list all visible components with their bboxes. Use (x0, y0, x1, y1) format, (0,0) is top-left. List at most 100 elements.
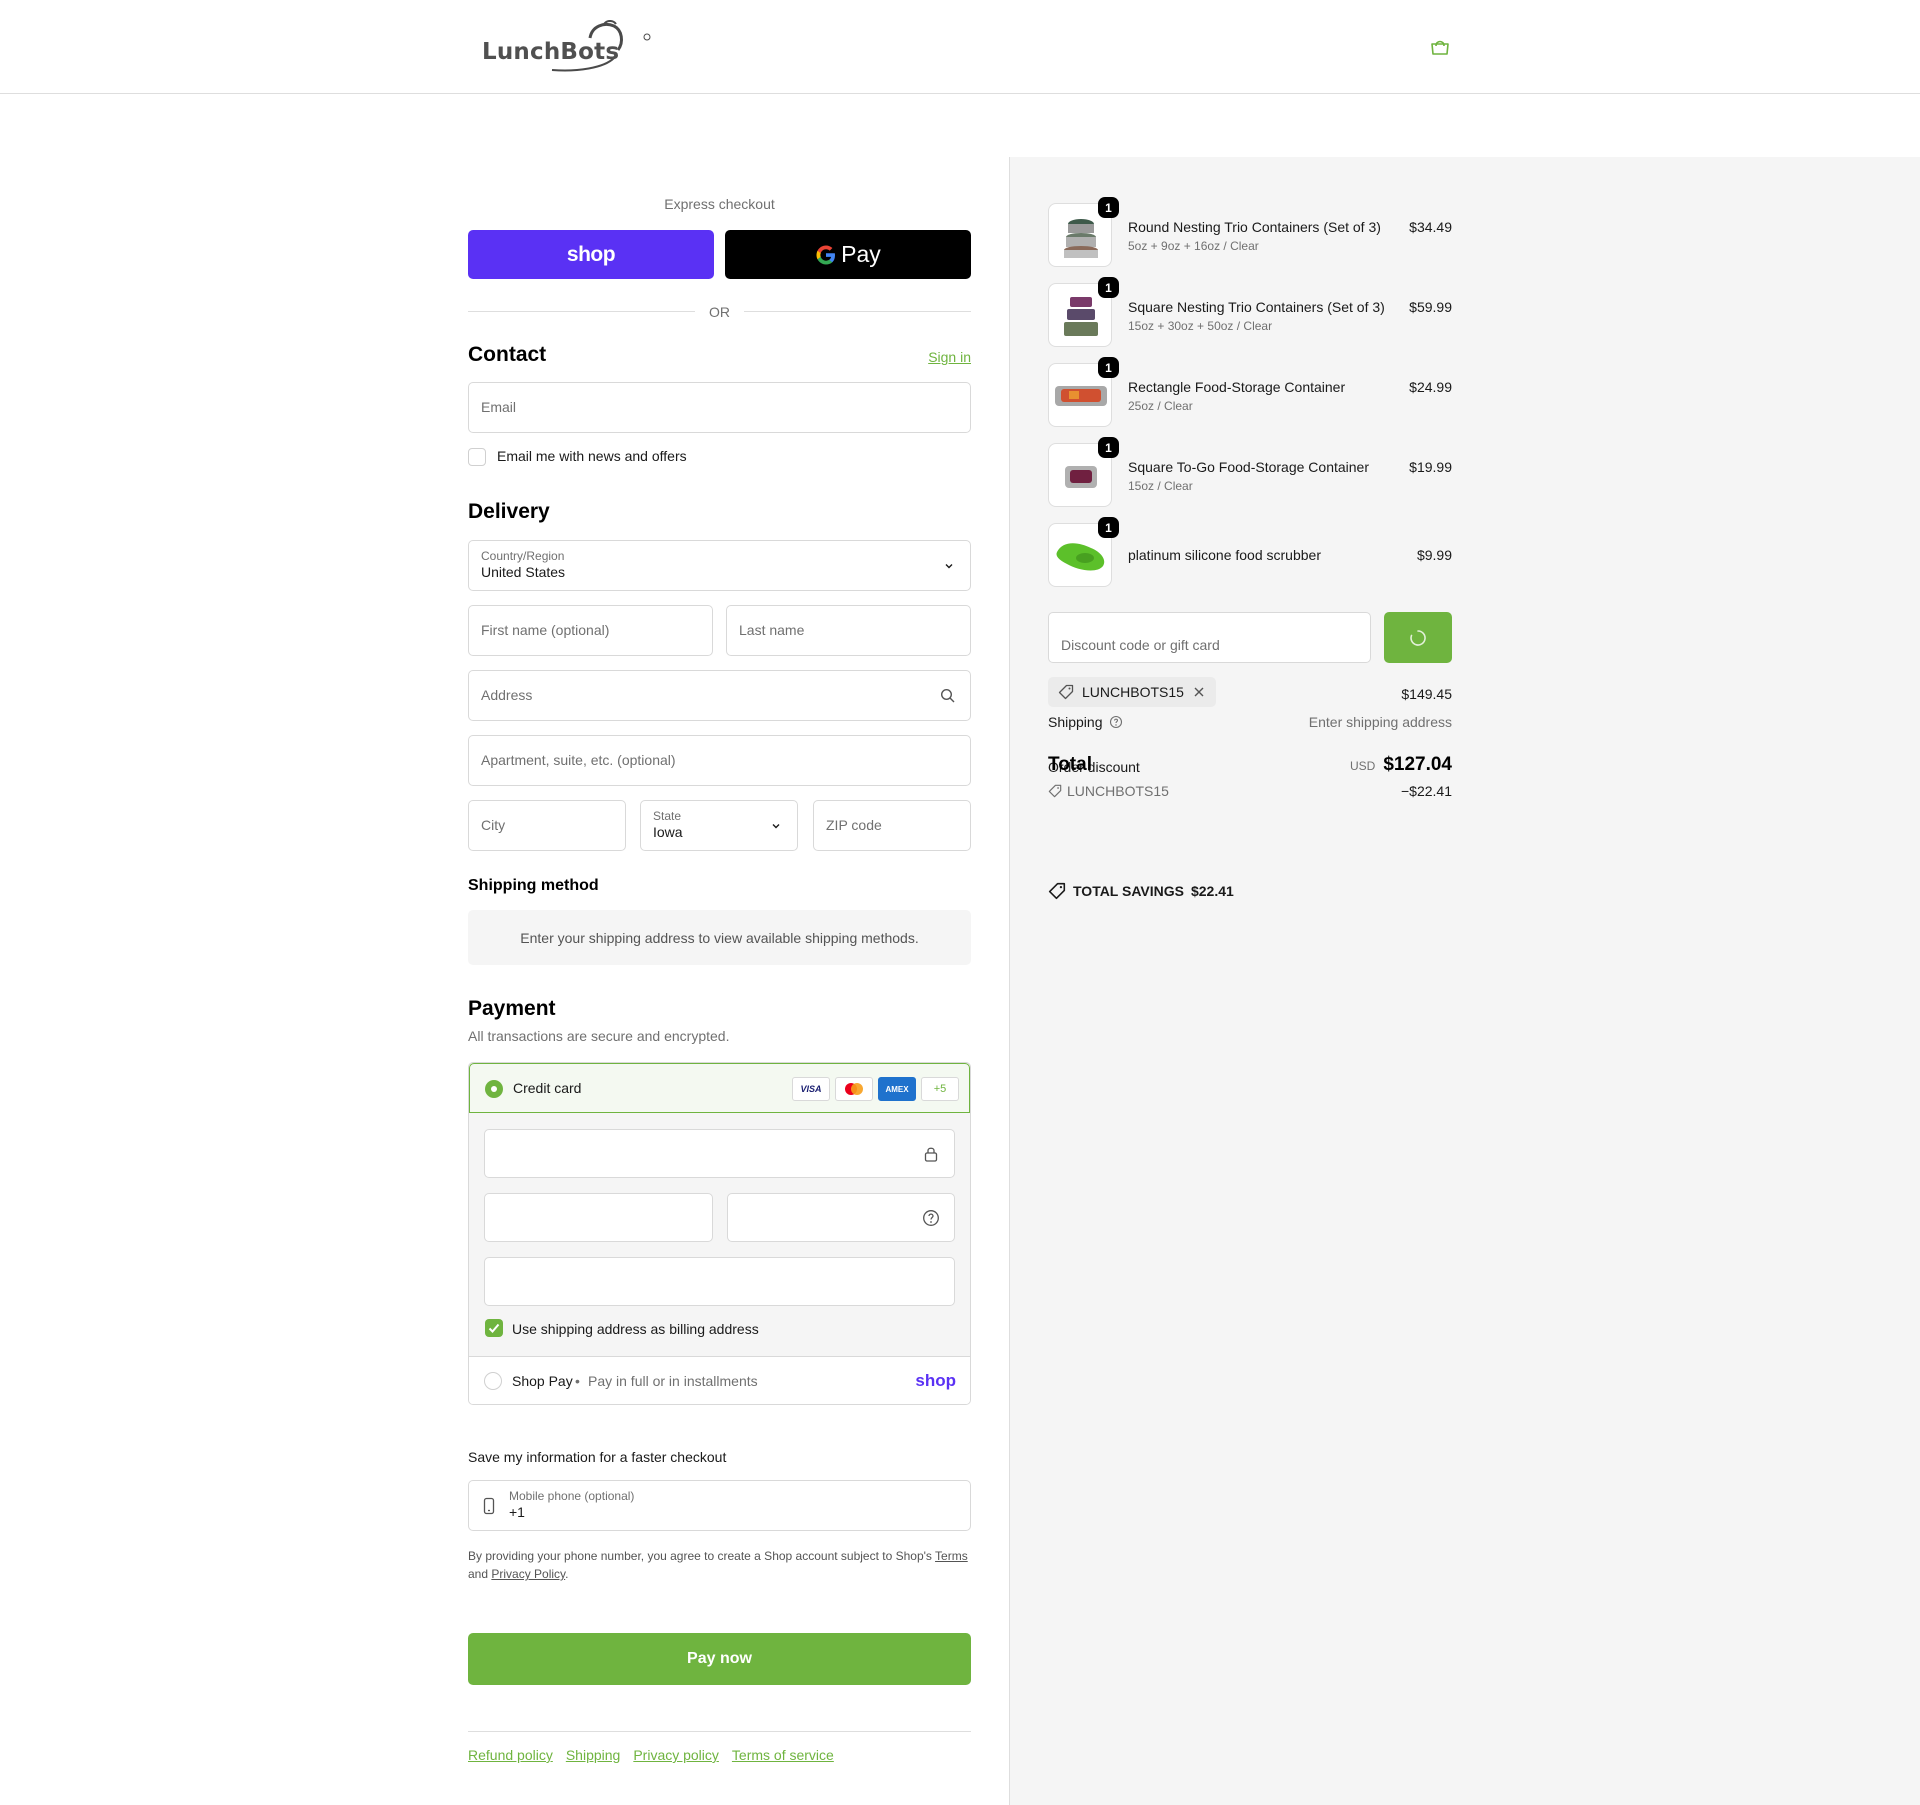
terms-link[interactable]: Terms (935, 1549, 968, 1563)
newsletter-checkbox[interactable] (468, 448, 486, 466)
discount-code-field[interactable]: Discount code or gift card (1048, 612, 1371, 663)
google-pay-button[interactable]: Pay (725, 230, 971, 279)
zip-field[interactable]: ZIP code (813, 800, 971, 851)
save-info-heading: Save my information for a faster checkou… (468, 1449, 727, 1465)
email-field[interactable]: Email (468, 382, 971, 433)
pay-now-button[interactable]: Pay now (468, 1633, 971, 1685)
payment-heading: Payment (468, 997, 556, 1020)
state-select[interactable]: State Iowa (640, 800, 798, 851)
express-checkout-title: Express checkout (664, 196, 775, 212)
footer-divider (468, 1731, 971, 1732)
first-name-field[interactable]: First name (optional) (468, 605, 713, 656)
credit-card-radio[interactable] (485, 1080, 503, 1098)
chevron-down-icon (945, 564, 953, 569)
visa-icon: VISA (792, 1077, 830, 1101)
or-divider: OR (468, 304, 971, 320)
security-code-field[interactable] (727, 1193, 955, 1242)
newsletter-label: Email me with news and offers (497, 448, 687, 464)
amex-icon: AMEX (878, 1077, 916, 1101)
quantity-badge: 1 (1098, 277, 1119, 298)
shipping-label: Shipping (1048, 714, 1123, 730)
check-icon (488, 1323, 500, 1333)
help-icon[interactable] (1109, 715, 1123, 729)
terms-of-service-link[interactable]: Terms of service (732, 1747, 834, 1763)
quantity-badge: 1 (1098, 197, 1119, 218)
shipping-link[interactable]: Shipping (566, 1747, 621, 1763)
help-icon[interactable] (922, 1209, 940, 1227)
item-name: Round Nesting Trio Containers (Set of 3) (1128, 219, 1381, 235)
address-field[interactable]: Address (468, 670, 971, 721)
tag-icon (1048, 784, 1062, 798)
footer-links: Refund policy Shipping Privacy policy Te… (468, 1747, 834, 1763)
quantity-badge: 1 (1098, 437, 1119, 458)
item-price: $34.49 (1409, 219, 1452, 235)
chevron-down-icon (772, 824, 780, 829)
shop-pay-option[interactable]: Shop Pay • Pay in full or in installment… (469, 1356, 970, 1404)
cart-item: 1 Rectangle Food-Storage Container 25oz … (1048, 357, 1452, 427)
google-g-icon (816, 245, 836, 264)
expiration-date-field[interactable] (484, 1193, 713, 1242)
privacy-policy-footer-link[interactable]: Privacy policy (633, 1747, 719, 1763)
item-name: platinum silicone food scrubber (1128, 547, 1321, 563)
contact-heading: Contact (468, 343, 547, 366)
item-price: $9.99 (1416, 547, 1452, 563)
remove-discount-icon[interactable] (1192, 685, 1206, 699)
item-price: $59.99 (1409, 299, 1452, 315)
item-variant: 15oz / Clear (1128, 479, 1193, 493)
total-amount: USD $127.04 (1349, 754, 1452, 775)
total-label: Total (1048, 754, 1092, 775)
shopping-bag-icon[interactable] (1430, 38, 1450, 56)
shop-pay-radio[interactable] (484, 1372, 502, 1390)
cart-item: 1 Square To-Go Food-Storage Container 15… (1048, 437, 1452, 507)
lock-icon (924, 1147, 938, 1162)
discount-code-line: LUNCHBOTS15 (1048, 783, 1169, 799)
loading-spinner-icon (1410, 630, 1426, 646)
shipping-value: Enter shipping address (1308, 714, 1452, 730)
apply-discount-button[interactable] (1384, 612, 1452, 663)
country-select[interactable]: Country/Region United States (468, 540, 971, 591)
item-variant: 25oz / Clear (1128, 399, 1193, 413)
apartment-field[interactable]: Apartment, suite, etc. (optional) (468, 735, 971, 786)
last-name-field[interactable]: Last name (726, 605, 971, 656)
cart-item: 1 platinum silicone food scrubber $9.99 (1048, 517, 1452, 587)
item-variant: 5oz + 9oz + 16oz / Clear (1128, 239, 1259, 253)
discount-amount: −$22.41 (1401, 783, 1452, 799)
item-price: $24.99 (1409, 379, 1452, 395)
payment-subtitle: All transactions are secure and encrypte… (468, 1028, 730, 1044)
shop-logo: shop (915, 1371, 956, 1390)
credit-card-option[interactable]: Credit card VISA AMEX +5 (469, 1063, 970, 1113)
delivery-heading: Delivery (468, 500, 550, 523)
brand-name: LunchBots (482, 39, 620, 65)
cart-item: 1 Square Nesting Trio Containers (Set of… (1048, 277, 1452, 347)
total-savings: TOTAL SAVINGS $22.41 (1048, 882, 1234, 900)
tag-icon (1058, 684, 1074, 700)
sign-in-link[interactable]: Sign in (928, 349, 971, 365)
billing-address-checkbox[interactable] (485, 1319, 503, 1337)
mobile-phone-icon (483, 1497, 495, 1515)
applied-discount-tag: LUNCHBOTS15 (1048, 677, 1216, 707)
city-field[interactable]: City (468, 800, 626, 851)
subtotal-value: $149.45 (1401, 686, 1452, 702)
item-name: Square Nesting Trio Containers (Set of 3… (1128, 299, 1385, 315)
item-name: Square To-Go Food-Storage Container (1128, 459, 1369, 475)
quantity-badge: 1 (1098, 357, 1119, 378)
tag-icon (1048, 882, 1066, 900)
shop-pay-button[interactable]: shop (468, 230, 714, 279)
item-variant: 15oz + 30oz + 50oz / Clear (1128, 319, 1273, 333)
shipping-method-message: Enter your shipping address to view avai… (468, 910, 971, 965)
mobile-phone-field[interactable]: Mobile phone (optional) +1 (468, 1480, 971, 1531)
quantity-badge: 1 (1098, 517, 1119, 538)
phone-terms-text: By providing your phone number, you agre… (468, 1549, 968, 1581)
mastercard-icon (835, 1077, 873, 1101)
shipping-method-heading: Shipping method (468, 877, 599, 894)
name-on-card-field[interactable] (484, 1257, 955, 1306)
privacy-policy-link[interactable]: Privacy Policy (491, 1567, 565, 1581)
item-price: $19.99 (1409, 459, 1452, 475)
more-cards-badge: +5 (921, 1077, 959, 1101)
search-icon (940, 688, 955, 703)
billing-address-label: Use shipping address as billing address (512, 1321, 759, 1337)
card-number-field[interactable] (484, 1129, 955, 1178)
lunchbots-logo[interactable]: LunchBots (482, 20, 652, 72)
refund-policy-link[interactable]: Refund policy (468, 1747, 553, 1763)
cart-item: 1 Round Nesting Trio Containers (Set of … (1048, 197, 1452, 267)
